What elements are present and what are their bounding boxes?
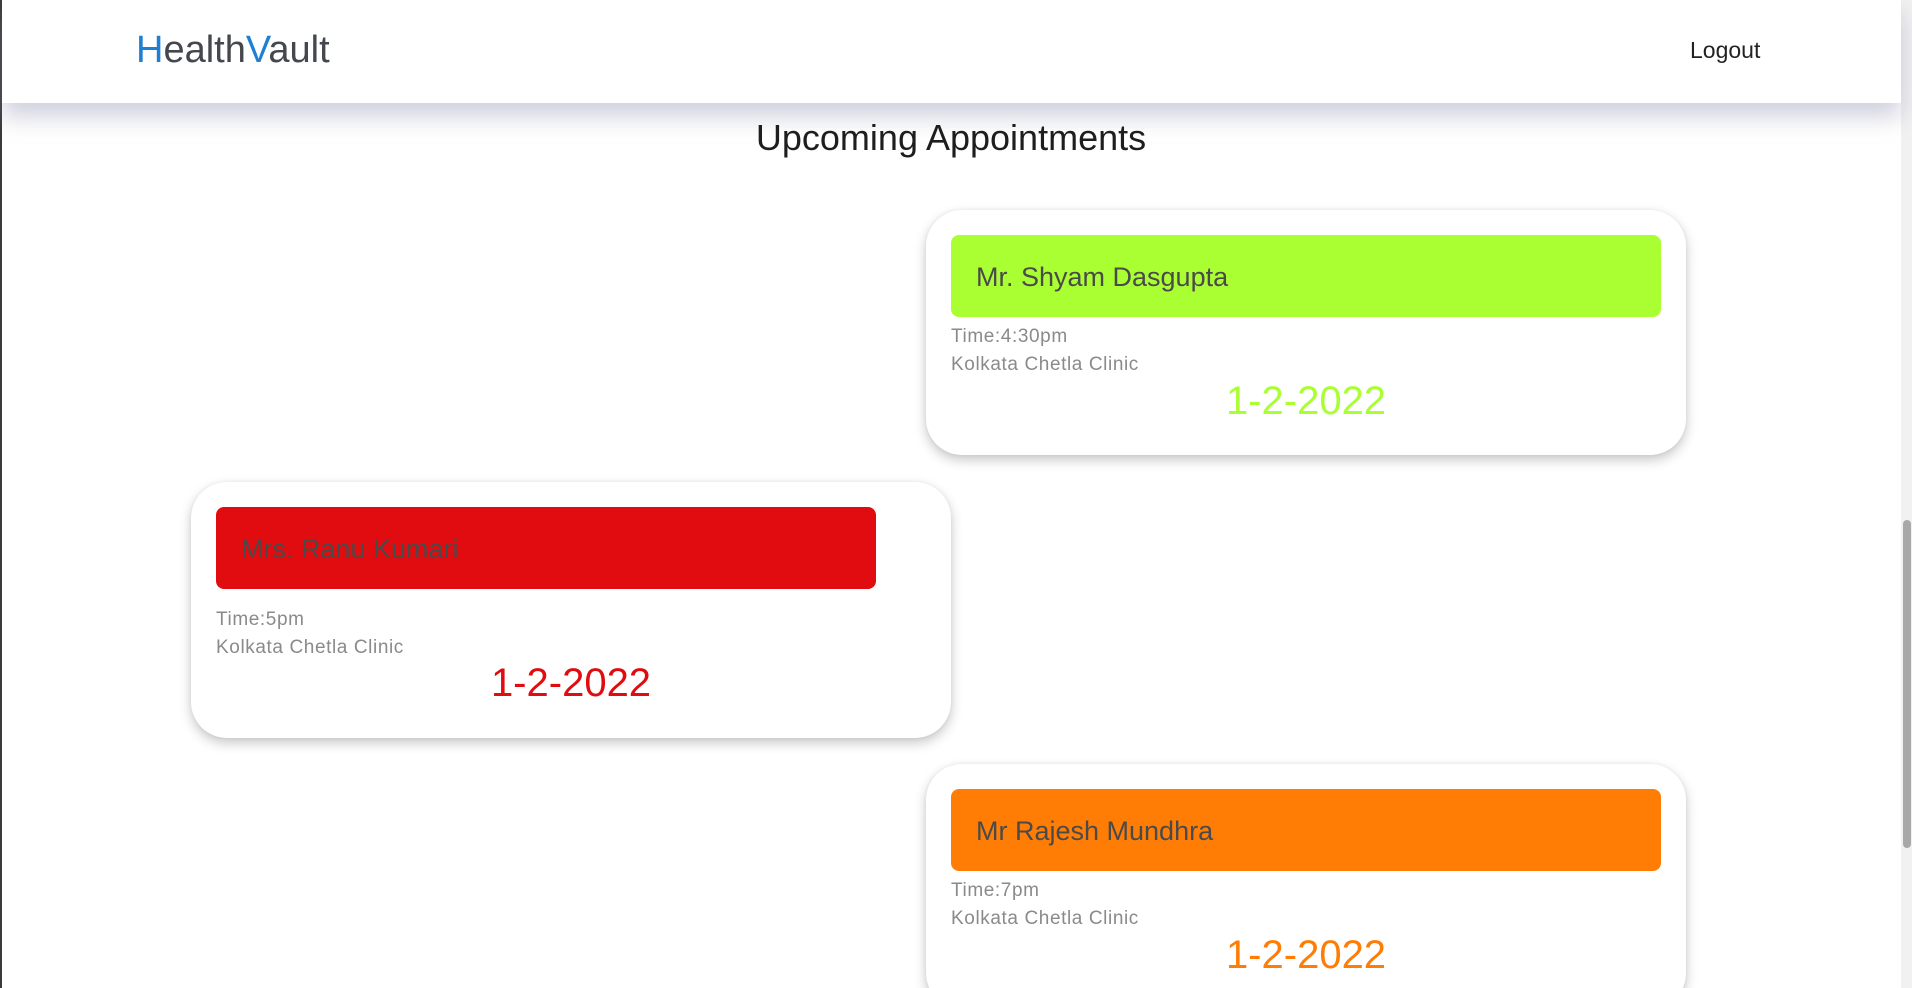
appointment-time: Time:5pm <box>216 609 305 630</box>
appointment-time: Time:4:30pm <box>951 326 1068 347</box>
scrollbar-thumb[interactable] <box>1903 520 1911 848</box>
appointment-date: 1-2-2022 <box>1225 379 1387 423</box>
appointment-location: Kolkata Chetla Clinic <box>216 637 404 658</box>
appointment-card: Mrs. Ranu Kumari Time:5pm Kolkata Chetla… <box>191 482 951 738</box>
appointment-header: Mrs. Ranu Kumari <box>216 507 876 589</box>
appointment-time: Time:7pm <box>951 880 1040 901</box>
appointment-card: Mr. Shyam Dasgupta Time:4:30pm Kolkata C… <box>926 210 1686 455</box>
logout-link[interactable]: Logout <box>1690 36 1760 64</box>
page: HealthVault Logout Upcoming Appointments… <box>0 0 1912 988</box>
appointment-card: Mr Rajesh Mundhra Time:7pm Kolkata Chetl… <box>926 764 1686 988</box>
brand-text-ault: ault <box>268 29 330 71</box>
patient-name: Mr Rajesh Mundhra <box>976 816 1214 846</box>
appointment-location: Kolkata Chetla Clinic <box>951 354 1139 375</box>
appointment-date: 1-2-2022 <box>1225 933 1387 977</box>
page-title: Upcoming Appointments <box>755 117 1147 158</box>
appointment-header: Mr. Shyam Dasgupta <box>951 235 1661 317</box>
patient-name: Mrs. Ranu Kumari <box>241 534 459 564</box>
brand-logo[interactable]: HealthVault <box>136 27 330 73</box>
appointment-header: Mr Rajesh Mundhra <box>951 789 1661 871</box>
brand-text-ealth: ealth <box>163 29 246 71</box>
navbar: HealthVault Logout <box>2 0 1901 103</box>
appointment-date: 1-2-2022 <box>490 661 652 705</box>
brand-letter-v: V <box>245 29 269 71</box>
patient-name: Mr. Shyam Dasgupta <box>976 262 1229 292</box>
brand-letter-h: H <box>136 29 164 71</box>
appointment-location: Kolkata Chetla Clinic <box>951 908 1139 929</box>
